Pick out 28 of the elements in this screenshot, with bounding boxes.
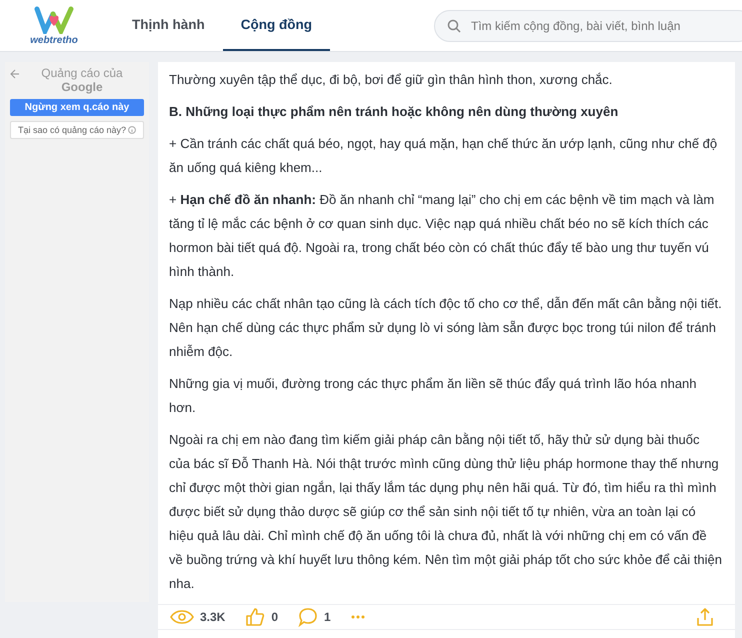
like-count: 0 bbox=[271, 610, 278, 624]
why-ad-button[interactable]: Tại sao có quảng cáo này? bbox=[10, 121, 144, 139]
search-bar[interactable]: Tìm kiếm cộng đồng, bài viết, bình luận bbox=[434, 10, 742, 42]
ad-brand: Google bbox=[61, 80, 103, 94]
eye-icon[interactable] bbox=[170, 609, 194, 625]
section-heading: B. Những loại thực phẩm nên tránh hoặc không nên dùng thường xuyên bbox=[169, 103, 620, 121]
back-arrow-icon[interactable] bbox=[10, 69, 20, 79]
ad-title: Quảng cáo của bbox=[41, 66, 123, 80]
paragraph: + Cần tránh các chất quá béo, ngọt, hay quá mặn, hạn chế thức ăn ướp lạnh, cũng như chế độ ăn uống quá kiêng khem... bbox=[169, 135, 718, 177]
view-count: 3.3K bbox=[200, 610, 226, 624]
nav-tab[interactable]: Thịnh hành bbox=[114, 0, 223, 51]
logo-icon bbox=[33, 6, 75, 34]
comment-icon[interactable] bbox=[298, 607, 318, 627]
paragraph: + Hạn chế đồ ăn nhanh: Đồ ăn nhanh chỉ “mang lại” cho chị em các bệnh về tim mạch và làm tăng tỉ lệ mắc các bệnh ở cơ quan sinh dục. Việc nạp quá nhiều chất béo no sẽ kích thích các hormon bài tiết quá độ. Ngoài ra, trong chất béo còn có chất thúc đẩy tế bào ung thư tuyến vú hình thành. bbox=[169, 191, 716, 281]
info-icon bbox=[128, 126, 136, 134]
share-icon[interactable] bbox=[695, 607, 715, 627]
thumbs-up-icon[interactable] bbox=[245, 607, 266, 627]
search-icon bbox=[447, 18, 461, 32]
paragraph: Những gia vị muối, đường trong các thực phẩm ăn liền sẽ thúc đẩy quá trình lão hóa nhanh hơn. bbox=[169, 375, 698, 417]
paragraph: Thường xuyên tập thể dục, đi bộ, bơi để giữ gìn thân hình thon, xương chắc. bbox=[169, 71, 614, 89]
more-icon[interactable] bbox=[350, 615, 365, 619]
paragraph: Nạp nhiều các chất nhân tạo cũng là cách tích độc tố cho cơ thể, dẫn đến mất cân bằng nội tiết. Nên hạn chế dùng các thực phẩm sử dụng lò vi sóng làm sẵn được bọc trong túi nilon để tránh nhiễm độc. bbox=[169, 295, 723, 361]
stop-ad-button[interactable]: Ngừng xem q.cáo này bbox=[10, 99, 144, 116]
paragraph: Ngoài ra chị em nào đang tìm kiếm giải pháp cân bằng nội tiết tố, hãy thử sử dụng bài thuốc của bác sĩ Đỗ Thanh Hà. Nói thật trước mình cũng dùng thử liệu pháp hormone thay thế nhưng chỉ được một thời gian ngắn, lại thấy lắm tác dụng phụ nên hãi quá. Từ đó, tìm hiểu ra thì mình được biết sử dụng thảo dược sẽ giúp cơ thể sản sinh nội tiết tố tự nhiên, vừa an toàn lại có hiệu quả lâu dài. Chỉ mình chế độ ăn uống tôi là chưa đủ, nhất là với những chị em có vấn đề về buồng trứng và khí huyết lưu thông kém. Nên tìm một giải pháp tốt cho sức khỏe để cải thiện nha. bbox=[169, 431, 723, 593]
logo-text[interactable]: webtretho bbox=[30, 34, 78, 46]
comment-count: 1 bbox=[324, 610, 331, 624]
nav-tab[interactable]: Cộng đồng bbox=[222, 0, 330, 51]
search-input[interactable]: Tìm kiếm cộng đồng, bài viết, bình luận bbox=[469, 18, 741, 34]
